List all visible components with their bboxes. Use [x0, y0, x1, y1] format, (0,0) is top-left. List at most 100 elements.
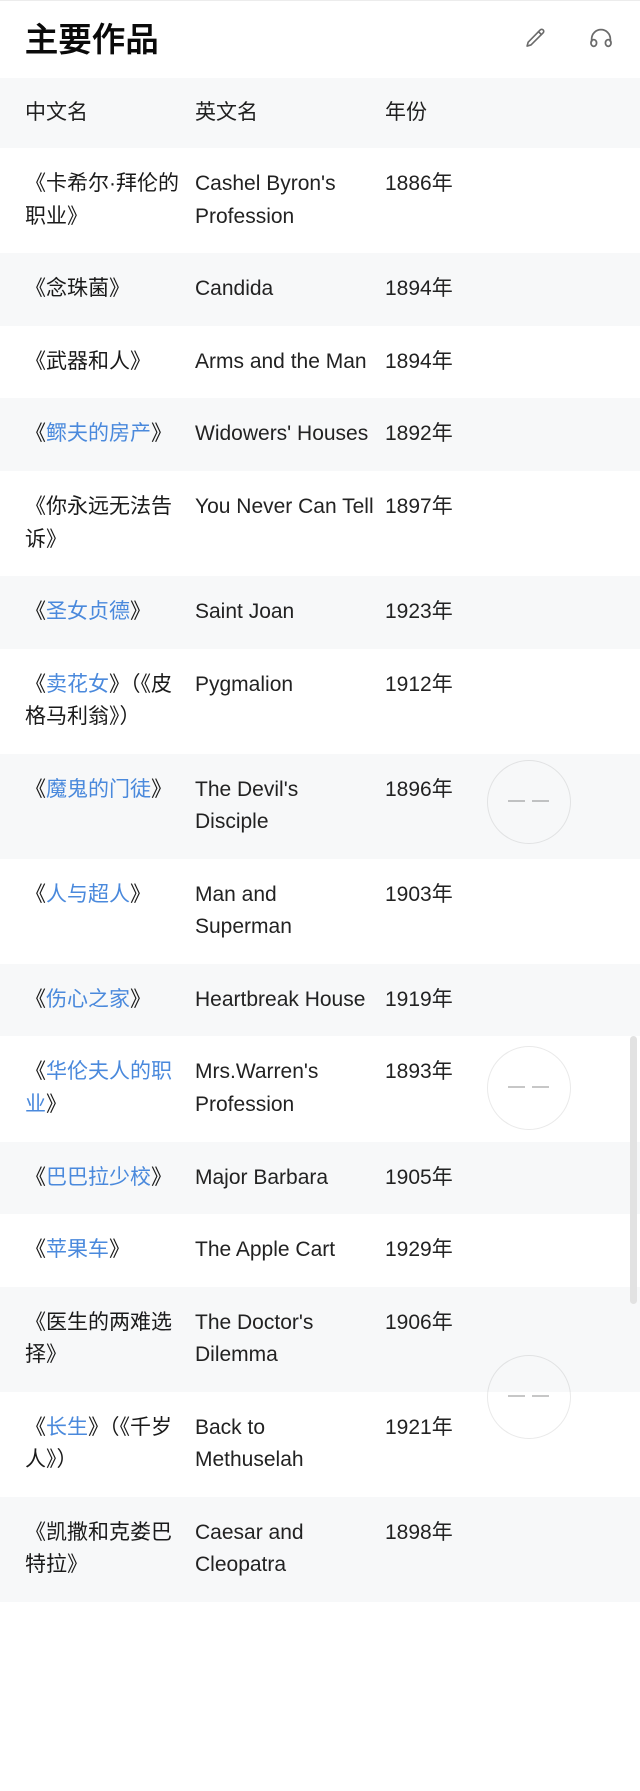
column-header-year: 年份	[385, 78, 640, 149]
work-title-link[interactable]: 圣女贞德	[46, 600, 130, 623]
cell-chinese-name: 《卡希尔·拜伦的职业》	[0, 148, 195, 254]
cell-year: 1906年	[385, 1286, 640, 1392]
work-title-link[interactable]: 长生	[46, 1416, 88, 1439]
cell-chinese-name[interactable]: 《魔鬼的门徒》	[0, 753, 195, 859]
open-bracket: 《	[25, 987, 46, 1011]
cell-chinese-name[interactable]: 《伤心之家》	[0, 963, 195, 1037]
table-row: 《苹果车》 The Apple Cart 1929年	[0, 1214, 640, 1287]
cell-english-name: Pygmalion	[195, 648, 385, 754]
work-title-text: 医生的两难选择》	[25, 1310, 172, 1367]
work-title-text: 》	[151, 422, 172, 446]
table-row: 《念珠菌》 Candida 1894年	[0, 253, 640, 326]
work-title-text: 武器和人》	[46, 349, 151, 373]
headphones-icon[interactable]	[584, 22, 618, 56]
edit-icon[interactable]	[518, 22, 552, 56]
cell-chinese-name: 《念珠菌》	[0, 253, 195, 326]
table-row: 《人与超人》 Man and Superman 1903年	[0, 858, 640, 964]
work-title-link[interactable]: 鳏夫的房产	[46, 422, 151, 445]
work-title-text: 》	[130, 882, 151, 906]
work-title-text: 凯撒和克娄巴特拉》	[25, 1520, 172, 1577]
table-header: 中文名 英文名 年份	[0, 78, 640, 149]
open-bracket: 《	[25, 422, 46, 446]
cell-year: 1905年	[385, 1141, 640, 1215]
cell-year: 1896年	[385, 753, 640, 859]
open-bracket: 《	[25, 882, 46, 906]
cell-year: 1897年	[385, 470, 640, 577]
work-title-link[interactable]: 伤心之家	[46, 988, 130, 1011]
open-bracket: 《	[25, 1165, 46, 1189]
cell-chinese-name[interactable]: 《卖花女》（《皮格马利翁》）	[0, 648, 195, 754]
header-actions	[518, 22, 618, 56]
work-title-link[interactable]: 卖花女	[46, 673, 109, 696]
cell-chinese-name: 《武器和人》	[0, 325, 195, 399]
work-title-text: 》	[130, 987, 151, 1011]
cell-english-name: Back to Methuselah	[195, 1391, 385, 1497]
cell-english-name: Major Barbara	[195, 1141, 385, 1215]
open-bracket: 《	[25, 349, 46, 373]
cell-english-name: Heartbreak House	[195, 963, 385, 1037]
column-header-chinese-name: 中文名	[0, 78, 195, 149]
cell-year: 1893年	[385, 1036, 640, 1142]
cell-english-name: The Apple Cart	[195, 1214, 385, 1287]
table-row: 《鳏夫的房产》 Widowers' Houses 1892年	[0, 398, 640, 471]
table-row: 《你永远无法告诉》 You Never Can Tell 1897年	[0, 470, 640, 577]
work-title-text: 》	[109, 1238, 130, 1262]
column-header-english-name: 英文名	[195, 78, 385, 149]
work-title-link[interactable]: 苹果车	[46, 1238, 109, 1261]
cell-chinese-name: 《凯撒和克娄巴特拉》	[0, 1496, 195, 1602]
table-row: 《武器和人》 Arms and the Man 1894年	[0, 325, 640, 399]
table-row: 《华伦夫人的职业》 Mrs.Warren's Profession 1893年	[0, 1036, 640, 1142]
cell-chinese-name[interactable]: 《华伦夫人的职业》	[0, 1036, 195, 1142]
cell-year: 1921年	[385, 1391, 640, 1497]
open-bracket: 《	[25, 600, 46, 624]
cell-chinese-name: 《你永远无法告诉》	[0, 470, 195, 577]
table-row: 《长生》（《千岁人》） Back to Methuselah 1921年	[0, 1391, 640, 1497]
open-bracket: 《	[25, 172, 46, 196]
cell-chinese-name[interactable]: 《苹果车》	[0, 1214, 195, 1287]
table-row: 《卖花女》（《皮格马利翁》） Pygmalion 1912年	[0, 648, 640, 754]
table-row: 《圣女贞德》 Saint Joan 1923年	[0, 576, 640, 649]
cell-chinese-name[interactable]: 《鳏夫的房产》	[0, 398, 195, 471]
cell-english-name: Widowers' Houses	[195, 398, 385, 471]
table-row: 《伤心之家》 Heartbreak House 1919年	[0, 963, 640, 1037]
work-title-link[interactable]: 人与超人	[46, 883, 130, 906]
cell-english-name: Cashel Byron's Profession	[195, 148, 385, 254]
cell-english-name: Arms and the Man	[195, 325, 385, 399]
work-title-text: 你永远无法告诉》	[25, 494, 172, 551]
work-title-text: 念珠菌》	[46, 277, 130, 301]
open-bracket: 《	[25, 1060, 46, 1084]
work-title-link[interactable]: 巴巴拉少校	[46, 1166, 151, 1189]
cell-chinese-name[interactable]: 《人与超人》	[0, 858, 195, 964]
cell-year: 1903年	[385, 858, 640, 964]
cell-chinese-name[interactable]: 《巴巴拉少校》	[0, 1141, 195, 1215]
works-table: 中文名 英文名 年份 《卡希尔·拜伦的职业》 Cashel Byron's Pro…	[0, 78, 640, 1602]
table-row: 《医生的两难选择》 The Doctor's Dilemma 1906年	[0, 1286, 640, 1392]
cell-chinese-name[interactable]: 《圣女贞德》	[0, 576, 195, 649]
cell-chinese-name: 《医生的两难选择》	[0, 1286, 195, 1392]
table-header-row: 中文名 英文名 年份	[0, 78, 640, 149]
cell-year: 1894年	[385, 253, 640, 326]
work-title-text: 》	[151, 777, 172, 801]
open-bracket: 《	[25, 494, 46, 518]
cell-year: 1892年	[385, 398, 640, 471]
open-bracket: 《	[25, 1238, 46, 1262]
work-title-link[interactable]: 魔鬼的门徒	[46, 778, 151, 801]
open-bracket: 《	[25, 1310, 46, 1334]
cell-year: 1898年	[385, 1496, 640, 1602]
table-row: 《卡希尔·拜伦的职业》 Cashel Byron's Profession 1886…	[0, 148, 640, 254]
cell-chinese-name[interactable]: 《长生》（《千岁人》）	[0, 1391, 195, 1497]
scrollbar-track[interactable]	[632, 0, 640, 1791]
cell-year: 1894年	[385, 325, 640, 399]
table-body: 《卡希尔·拜伦的职业》 Cashel Byron's Profession 1886…	[0, 148, 640, 1602]
cell-english-name: Saint Joan	[195, 576, 385, 649]
scrollbar-thumb[interactable]	[630, 1036, 637, 1304]
section-header: 主要作品	[0, 0, 640, 78]
open-bracket: 《	[25, 672, 46, 696]
table-row: 《魔鬼的门徒》 The Devil's Disciple 1896年	[0, 753, 640, 859]
cell-english-name: The Doctor's Dilemma	[195, 1286, 385, 1392]
works-page: 主要作品 中文名 英文名 年份 《卡希尔·拜伦的职业》 Cashel Byron…	[0, 0, 640, 1791]
open-bracket: 《	[25, 1415, 46, 1439]
work-title-text: 》	[130, 600, 151, 624]
cell-english-name: You Never Can Tell	[195, 470, 385, 577]
cell-year: 1923年	[385, 576, 640, 649]
